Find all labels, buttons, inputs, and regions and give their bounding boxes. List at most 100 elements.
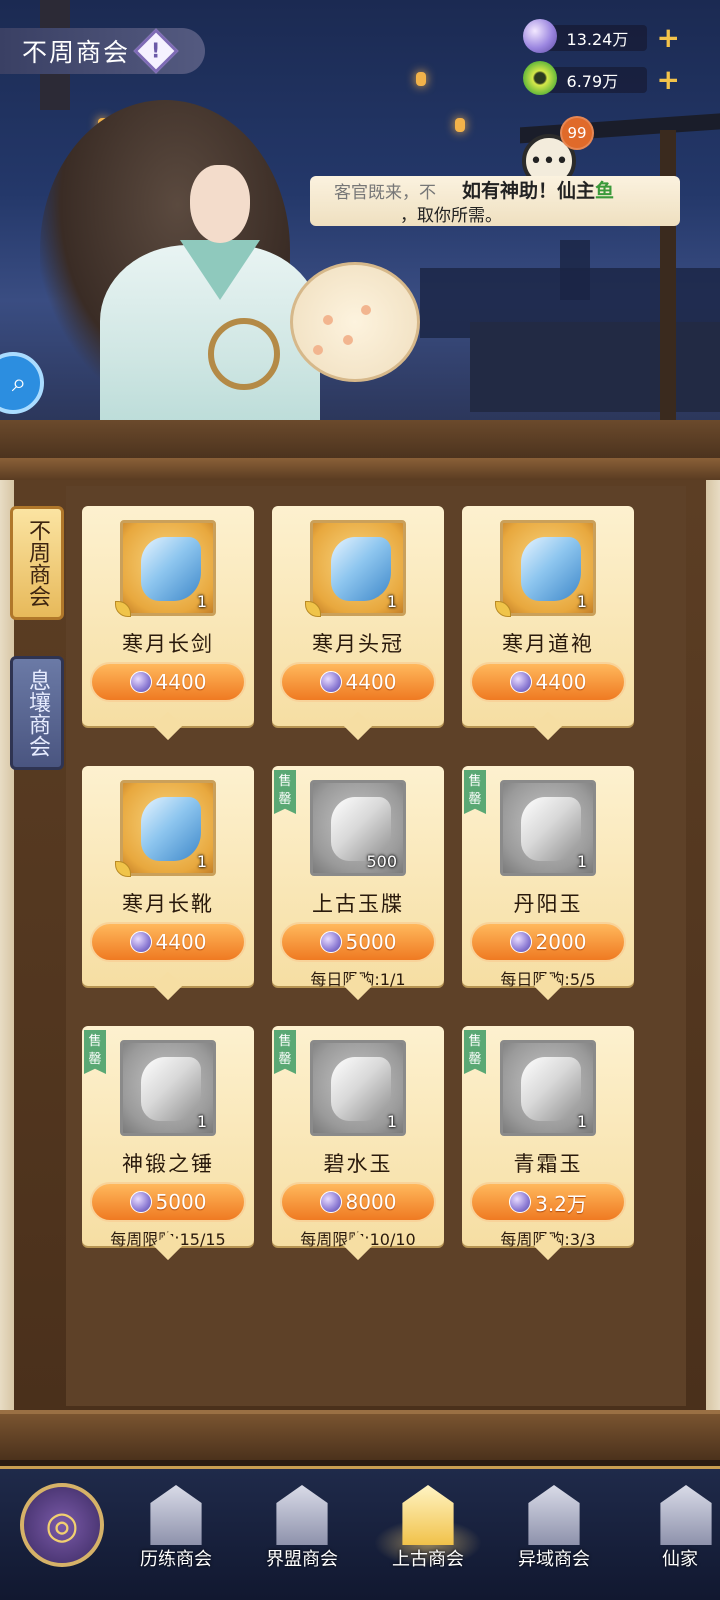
shop-item-card[interactable]: 售罄1青霜玉3.2万每周限购:3/3	[462, 1026, 634, 1261]
nav-item-ancient-shop[interactable]: 上古商会	[370, 1479, 486, 1579]
item-count: 1	[196, 1112, 207, 1131]
item-icon-frame: 1	[120, 1040, 216, 1136]
shop-item-card[interactable]: 1 寒月头冠 4400	[272, 506, 444, 741]
spirit-gem-icon	[319, 671, 342, 693]
shop-item-card[interactable]: 1 寒月长剑 4400	[82, 506, 254, 741]
add-currency-button[interactable]: +	[657, 24, 680, 52]
nav-label: 异域商会	[518, 1549, 590, 1570]
item-icon-frame: 1	[500, 1040, 596, 1136]
npc-hairpin	[208, 318, 280, 390]
price-value: 5000	[155, 1190, 207, 1214]
item-count: 1	[196, 852, 207, 871]
tab-label: 息壤商会	[25, 669, 50, 757]
item-count: 500	[366, 852, 397, 871]
currency-row-jade: 6.79万 +	[522, 61, 680, 95]
buy-button[interactable]: 4400	[280, 662, 436, 702]
plum-blossom	[323, 315, 333, 325]
item-name: 寒月道袍	[502, 632, 594, 656]
item-icon-frame: 1	[305, 520, 406, 617]
nav-item-foreign-shop[interactable]: 异域商会	[496, 1479, 612, 1579]
info-icon[interactable]: !	[133, 28, 179, 74]
soldout-tag: 售罄	[274, 1030, 296, 1074]
plum-blossom	[361, 305, 371, 315]
item-icon-frame: 1	[115, 780, 216, 877]
shop-item-card[interactable]: 售罄1碧水玉8000每周限购:10/10	[272, 1026, 444, 1261]
chat-bubble-icon: •••	[529, 148, 569, 174]
item-icon-frame: 1	[310, 1040, 406, 1136]
headline-tail: 鱼	[595, 180, 615, 202]
currency-display: 6.79万	[522, 61, 647, 95]
item-icon-frame: 1	[500, 780, 596, 876]
nav-item-training-shop[interactable]: 历练商会	[118, 1479, 234, 1579]
home-button[interactable]: ◎	[20, 1483, 104, 1567]
buy-button[interactable]: 2000	[470, 922, 626, 962]
tab-xirang-shop[interactable]: 息壤商会	[10, 656, 64, 770]
currency-value: 13.24万	[566, 30, 629, 49]
item-name: 青霜玉	[513, 1152, 583, 1176]
jade-eye-icon	[522, 61, 557, 95]
item-name: 神锻之锤	[122, 1152, 214, 1176]
soldout-tag: 售罄	[464, 1030, 486, 1074]
buy-button[interactable]: 5000	[90, 1182, 246, 1222]
buy-button[interactable]: 5000	[280, 922, 436, 962]
price-value: 4400	[155, 670, 207, 694]
nav-item-alliance-shop[interactable]: 界盟商会	[244, 1479, 360, 1579]
soldout-tag: 售罄	[274, 770, 296, 814]
add-currency-button[interactable]: +	[657, 66, 680, 94]
nav-item-immortal-shop[interactable]: 仙家	[640, 1479, 720, 1579]
item-icon-frame: 1	[495, 520, 596, 617]
swirl-icon: ◎	[45, 1503, 79, 1547]
nav-label: 界盟商会	[266, 1549, 338, 1570]
buy-button[interactable]: 8000	[280, 1182, 436, 1222]
item-name: 丹阳玉	[513, 892, 583, 916]
speech-line: 客官既来，不	[334, 183, 436, 203]
shop-item-card[interactable]: 售罄500上古玉牒5000每日限购:1/1	[272, 766, 444, 1001]
leaf-icon	[115, 861, 131, 877]
item-count: 1	[576, 852, 587, 871]
bottom-nav: ◎ 历练商会 界盟商会 上古商会 异域商会 仙家	[0, 1466, 720, 1600]
item-count: 1	[386, 1112, 397, 1131]
currency-row-gems: 13.24万 +	[522, 19, 680, 53]
spirit-gem-icon	[129, 671, 152, 693]
item-name: 碧水玉	[323, 1152, 393, 1176]
item-icon	[521, 537, 581, 601]
spirit-gem-icon	[319, 1191, 342, 1213]
plum-blossom	[343, 335, 353, 345]
item-icon-frame: 500	[310, 780, 406, 876]
item-icon	[521, 797, 581, 861]
shop-item-card[interactable]: 售罄1丹阳玉2000每日限购:5/5	[462, 766, 634, 1001]
spirit-gem-icon	[319, 931, 342, 953]
soldout-tag: 售罄	[84, 1030, 106, 1074]
buy-button[interactable]: 3.2万	[470, 1182, 626, 1222]
tab-label: 不周商会	[25, 519, 50, 607]
price-value: 8000	[345, 1190, 397, 1214]
item-count: 1	[196, 592, 207, 611]
shelf-top	[0, 420, 720, 460]
spirit-gem-icon	[522, 19, 557, 53]
item-icon	[141, 797, 201, 861]
search-icon: ⌕	[11, 367, 27, 398]
pavilion-pillar	[660, 130, 676, 430]
shelf-rail	[0, 458, 720, 480]
spirit-gem-icon	[509, 671, 532, 693]
distant-tower	[560, 240, 590, 300]
lantern-decoration	[416, 72, 426, 86]
alliance-gate-icon	[276, 1485, 328, 1545]
leaf-icon	[115, 601, 131, 617]
leaf-icon	[305, 601, 321, 617]
plum-blossom	[313, 345, 323, 355]
shop-item-card[interactable]: 1 寒月长靴 4400	[82, 766, 254, 1001]
currency-display: 13.24万	[522, 19, 647, 53]
currency-value: 6.79万	[566, 72, 619, 91]
shop-item-card[interactable]: 1 寒月道袍 4400	[462, 506, 634, 741]
buy-button[interactable]: 4400	[90, 922, 246, 962]
item-icon	[141, 537, 201, 601]
npc-fan	[290, 262, 420, 382]
item-name: 寒月长靴	[122, 892, 214, 916]
buy-button[interactable]: 4400	[470, 662, 626, 702]
shop-item-card[interactable]: 售罄1神锻之锤5000每周限购:15/15	[82, 1026, 254, 1261]
price-value: 3.2万	[535, 1191, 587, 1216]
npc-headline: 如有神助！仙主鱼	[462, 176, 614, 203]
tab-buzhou-shop[interactable]: 不周商会	[10, 506, 64, 620]
buy-button[interactable]: 4400	[90, 662, 246, 702]
